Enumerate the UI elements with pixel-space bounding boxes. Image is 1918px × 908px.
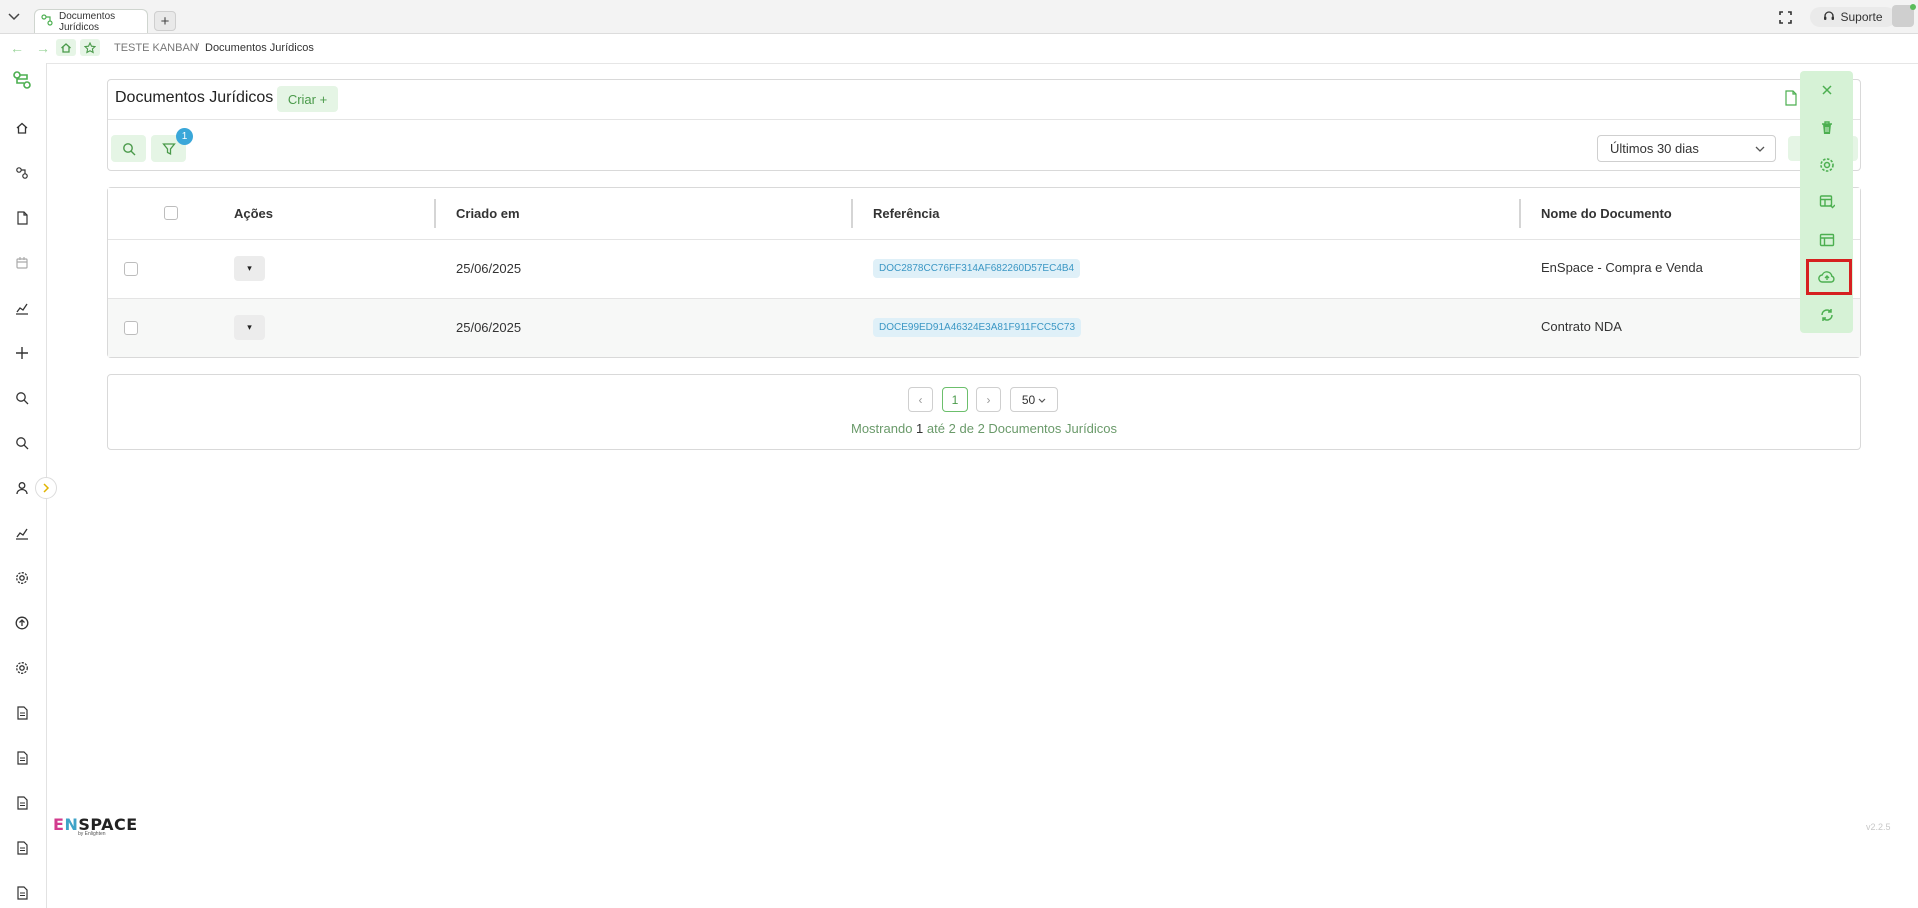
trash-icon[interactable] (1815, 116, 1839, 140)
pagination-summary: Mostrando 1 até 2 de 2 Documentos Jurídi… (851, 421, 1118, 436)
column-resizer[interactable] (434, 199, 436, 228)
current-page-button[interactable]: 1 (942, 387, 968, 412)
column-header-reference[interactable]: Referência (873, 206, 939, 221)
file-icon[interactable] (12, 748, 32, 768)
export-document-icon[interactable] (1784, 90, 1798, 106)
layout-icon[interactable] (1815, 228, 1839, 252)
column-resizer[interactable] (851, 199, 853, 228)
column-header-document-name[interactable]: Nome do Documento (1541, 206, 1672, 221)
page-title: Documentos Jurídicos (115, 89, 274, 106)
reference-badge[interactable]: DOCE99ED91A46324E3A81F911FCC5C73 (873, 318, 1082, 337)
row-actions-dropdown[interactable]: ▾ (234, 315, 265, 340)
workflow-icon[interactable] (12, 163, 32, 183)
search-icon[interactable] (12, 433, 32, 453)
pagination-card (107, 374, 1861, 450)
tab-title: Documentos Jurídicos (59, 10, 116, 33)
chevron-down-icon (1755, 141, 1765, 156)
headset-icon (1823, 10, 1835, 25)
created-date: 25/06/2025 (456, 320, 522, 335)
tab-list-chevron-icon[interactable] (4, 8, 24, 26)
row-actions-dropdown[interactable]: ▾ (234, 256, 265, 281)
version-label: v2.2.5 (1866, 822, 1891, 832)
plus-icon[interactable] (12, 343, 32, 363)
search-icon[interactable] (12, 388, 32, 408)
refresh-icon[interactable] (1815, 303, 1839, 327)
support-button[interactable]: Suporte (1810, 7, 1896, 27)
favorite-star-icon[interactable] (80, 39, 100, 56)
file-icon[interactable] (12, 883, 32, 903)
search-button[interactable] (111, 135, 146, 162)
online-status-dot (1910, 4, 1916, 10)
document-icon[interactable] (12, 208, 32, 228)
column-header-created[interactable]: Criado em (456, 206, 520, 221)
file-icon[interactable] (12, 793, 32, 813)
highlight-box (1806, 259, 1852, 295)
calendar-icon[interactable] (12, 253, 32, 273)
page-size-value: 50 (1021, 392, 1036, 407)
fullscreen-icon[interactable] (1776, 8, 1794, 26)
file-icon[interactable] (12, 838, 32, 858)
file-icon[interactable] (12, 703, 32, 723)
column-resizer[interactable] (1519, 199, 1521, 228)
gear-icon[interactable] (1815, 153, 1839, 177)
created-date: 25/06/2025 (456, 261, 522, 276)
period-value: Últimos 30 dias (1610, 141, 1699, 156)
sidebar-home-icon[interactable] (12, 118, 32, 138)
reference-badge[interactable]: DOC2878CC76FF314AF682260D57EC4B4 (873, 259, 1081, 278)
create-button[interactable]: Criar + (277, 86, 338, 112)
tab-app-icon (41, 14, 53, 29)
filter-count-badge: 1 (176, 128, 193, 145)
document-name: Contrato NDA (1541, 319, 1622, 334)
row-checkbox[interactable] (124, 262, 138, 276)
brand-subtitle: by Enlighten (78, 831, 106, 837)
tab-bar (0, 0, 1918, 34)
page-size-select[interactable]: 50 (1010, 387, 1058, 412)
home-icon[interactable] (56, 39, 76, 56)
close-icon[interactable] (1815, 78, 1839, 102)
breadcrumb-separator: / (196, 42, 200, 54)
chart-icon[interactable] (12, 523, 32, 543)
support-label: Suporte (1840, 10, 1883, 24)
gear-icon[interactable] (12, 568, 32, 588)
gear-icon[interactable] (12, 658, 32, 678)
document-name: EnSpace - Compra e Venda (1541, 260, 1703, 275)
back-arrow-icon[interactable]: ← (10, 40, 24, 56)
column-header-actions[interactable]: Ações (234, 206, 273, 221)
row-checkbox[interactable] (124, 321, 138, 335)
forward-arrow-icon[interactable]: → (36, 40, 50, 56)
chart-icon[interactable] (12, 298, 32, 318)
breadcrumb-current: Documentos Jurídicos (205, 42, 314, 54)
header-divider (108, 119, 1860, 120)
logo-icon[interactable] (12, 70, 32, 90)
new-tab-button[interactable]: + (154, 11, 176, 31)
breadcrumb-root[interactable]: TESTE KANBAN (114, 42, 198, 54)
table-settings-icon[interactable] (1815, 190, 1839, 214)
next-page-button[interactable]: › (976, 387, 1001, 412)
period-select[interactable]: Últimos 30 dias (1597, 135, 1776, 162)
user-icon[interactable] (12, 478, 32, 498)
sidebar-expand-button[interactable] (35, 477, 57, 499)
select-all-checkbox[interactable] (164, 206, 178, 220)
tab-documentos[interactable]: Documentos Jurídicos (34, 9, 148, 33)
upload-circle-icon[interactable] (12, 613, 32, 633)
chevron-down-icon (1038, 393, 1046, 407)
previous-page-button[interactable]: ‹ (908, 387, 933, 412)
